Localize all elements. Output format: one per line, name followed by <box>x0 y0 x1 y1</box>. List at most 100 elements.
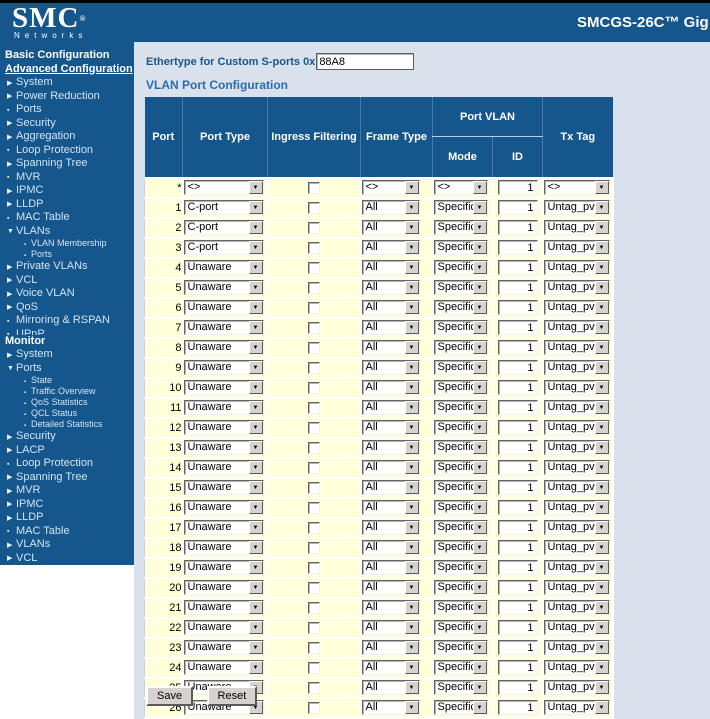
ingress-filtering-checkbox[interactable] <box>308 502 320 514</box>
ingress-filtering-checkbox[interactable] <box>308 302 320 314</box>
ingress-filtering-checkbox[interactable] <box>308 602 320 614</box>
sidebar-section-basic-configuration[interactable]: Basic Configuration <box>0 49 134 63</box>
tx-tag-select[interactable]: Untag_pvid▼ <box>544 440 610 455</box>
port-vlan-id-input[interactable] <box>498 440 538 455</box>
tx-tag-select[interactable]: <>▼ <box>544 180 610 195</box>
sidebar-item-system[interactable]: ▶System <box>0 348 134 362</box>
ethertype-input[interactable] <box>316 53 414 70</box>
port-type-select[interactable]: Unaware▼ <box>184 600 264 615</box>
sidebar-item-lldp[interactable]: ▶LLDP <box>0 198 134 212</box>
port-type-select[interactable]: Unaware▼ <box>184 320 264 335</box>
ingress-filtering-checkbox[interactable] <box>308 562 320 574</box>
port-type-select[interactable]: Unaware▼ <box>184 520 264 535</box>
port-vlan-mode-select[interactable]: Specific▼ <box>434 200 488 215</box>
sidebar-item-vlans[interactable]: ▼VLANs <box>0 225 134 239</box>
port-vlan-id-input[interactable] <box>498 400 538 415</box>
port-type-select[interactable]: Unaware▼ <box>184 540 264 555</box>
port-vlan-id-input[interactable] <box>498 640 538 655</box>
ingress-filtering-checkbox[interactable] <box>308 222 320 234</box>
port-vlan-id-input[interactable] <box>498 700 538 715</box>
port-type-select[interactable]: C-port▼ <box>184 220 264 235</box>
port-vlan-mode-select[interactable]: Specific▼ <box>434 220 488 235</box>
frame-type-select[interactable]: All▼ <box>362 540 420 555</box>
ingress-filtering-checkbox[interactable] <box>308 422 320 434</box>
port-vlan-mode-select[interactable]: <>▼ <box>434 180 488 195</box>
port-vlan-id-input[interactable] <box>498 500 538 515</box>
port-vlan-id-input[interactable] <box>498 480 538 495</box>
sidebar-item-loop-protection[interactable]: ▪Loop Protection <box>0 144 134 158</box>
port-vlan-id-input[interactable] <box>498 560 538 575</box>
port-type-select[interactable]: Unaware▼ <box>184 500 264 515</box>
port-type-select[interactable]: Unaware▼ <box>184 560 264 575</box>
port-type-select[interactable]: Unaware▼ <box>184 380 264 395</box>
sidebar-section-monitor[interactable]: Monitor <box>0 335 134 349</box>
tx-tag-select[interactable]: Untag_pvid▼ <box>544 700 610 715</box>
sidebar-item-spanning-tree[interactable]: ▶Spanning Tree <box>0 471 134 485</box>
ingress-filtering-checkbox[interactable] <box>308 702 320 714</box>
ingress-filtering-checkbox[interactable] <box>308 482 320 494</box>
ingress-filtering-checkbox[interactable] <box>308 582 320 594</box>
tx-tag-select[interactable]: Untag_pvid▼ <box>544 300 610 315</box>
tx-tag-select[interactable]: Untag_pvid▼ <box>544 460 610 475</box>
port-vlan-mode-select[interactable]: Specific▼ <box>434 300 488 315</box>
tx-tag-select[interactable]: Untag_pvid▼ <box>544 340 610 355</box>
port-type-select[interactable]: C-port▼ <box>184 200 264 215</box>
port-vlan-id-input[interactable] <box>498 180 538 195</box>
ingress-filtering-checkbox[interactable] <box>308 382 320 394</box>
port-vlan-mode-select[interactable]: Specific▼ <box>434 320 488 335</box>
port-vlan-mode-select[interactable]: Specific▼ <box>434 580 488 595</box>
ingress-filtering-checkbox[interactable] <box>308 462 320 474</box>
sidebar-item-ipmc[interactable]: ▶IPMC <box>0 184 134 198</box>
port-vlan-id-input[interactable] <box>498 280 538 295</box>
frame-type-select[interactable]: All▼ <box>362 480 420 495</box>
frame-type-select[interactable]: All▼ <box>362 280 420 295</box>
ingress-filtering-checkbox[interactable] <box>308 342 320 354</box>
port-type-select[interactable]: Unaware▼ <box>184 640 264 655</box>
ingress-filtering-checkbox[interactable] <box>308 622 320 634</box>
port-vlan-mode-select[interactable]: Specific▼ <box>434 280 488 295</box>
port-vlan-mode-select[interactable]: Specific▼ <box>434 340 488 355</box>
frame-type-select[interactable]: All▼ <box>362 680 420 695</box>
tx-tag-select[interactable]: Untag_pvid▼ <box>544 620 610 635</box>
port-type-select[interactable]: Unaware▼ <box>184 660 264 675</box>
port-vlan-mode-select[interactable]: Specific▼ <box>434 700 488 715</box>
frame-type-select[interactable]: All▼ <box>362 640 420 655</box>
frame-type-select[interactable]: All▼ <box>362 500 420 515</box>
port-vlan-id-input[interactable] <box>498 200 538 215</box>
port-type-select[interactable]: Unaware▼ <box>184 580 264 595</box>
frame-type-select[interactable]: All▼ <box>362 700 420 715</box>
frame-type-select[interactable]: <>▼ <box>362 180 420 195</box>
ingress-filtering-checkbox[interactable] <box>308 322 320 334</box>
ingress-filtering-checkbox[interactable] <box>308 362 320 374</box>
ingress-filtering-checkbox[interactable] <box>308 182 320 194</box>
frame-type-select[interactable]: All▼ <box>362 520 420 535</box>
ingress-filtering-checkbox[interactable] <box>308 662 320 674</box>
port-type-select[interactable]: Unaware▼ <box>184 280 264 295</box>
sidebar-item-loop-protection[interactable]: ▪Loop Protection <box>0 457 134 471</box>
sidebar-item-ports[interactable]: ▪Ports <box>0 103 134 117</box>
tx-tag-select[interactable]: Untag_pvid▼ <box>544 520 610 535</box>
tx-tag-select[interactable]: Untag_pvid▼ <box>544 680 610 695</box>
port-type-select[interactable]: Unaware▼ <box>184 420 264 435</box>
port-type-select[interactable]: Unaware▼ <box>184 460 264 475</box>
port-vlan-mode-select[interactable]: Specific▼ <box>434 600 488 615</box>
sidebar-item-vcl[interactable]: ▶VCL <box>0 552 134 566</box>
port-vlan-mode-select[interactable]: Specific▼ <box>434 640 488 655</box>
port-type-select[interactable]: Unaware▼ <box>184 300 264 315</box>
ingress-filtering-checkbox[interactable] <box>308 542 320 554</box>
tx-tag-select[interactable]: Untag_pvid▼ <box>544 400 610 415</box>
port-vlan-id-input[interactable] <box>498 660 538 675</box>
port-vlan-mode-select[interactable]: Specific▼ <box>434 260 488 275</box>
tx-tag-select[interactable]: Untag_pvid▼ <box>544 240 610 255</box>
sidebar-item-spanning-tree[interactable]: ▶Spanning Tree <box>0 157 134 171</box>
frame-type-select[interactable]: All▼ <box>362 200 420 215</box>
port-vlan-mode-select[interactable]: Specific▼ <box>434 680 488 695</box>
save-button[interactable]: Save <box>146 686 193 706</box>
tx-tag-select[interactable]: Untag_pvid▼ <box>544 320 610 335</box>
port-vlan-mode-select[interactable]: Specific▼ <box>434 620 488 635</box>
tx-tag-select[interactable]: Untag_pvid▼ <box>544 540 610 555</box>
frame-type-select[interactable]: All▼ <box>362 420 420 435</box>
sidebar-item-ports[interactable]: ▪Ports <box>0 249 134 260</box>
sidebar-item-qos-statistics[interactable]: ▪QoS Statistics <box>0 397 134 408</box>
port-vlan-id-input[interactable] <box>498 220 538 235</box>
